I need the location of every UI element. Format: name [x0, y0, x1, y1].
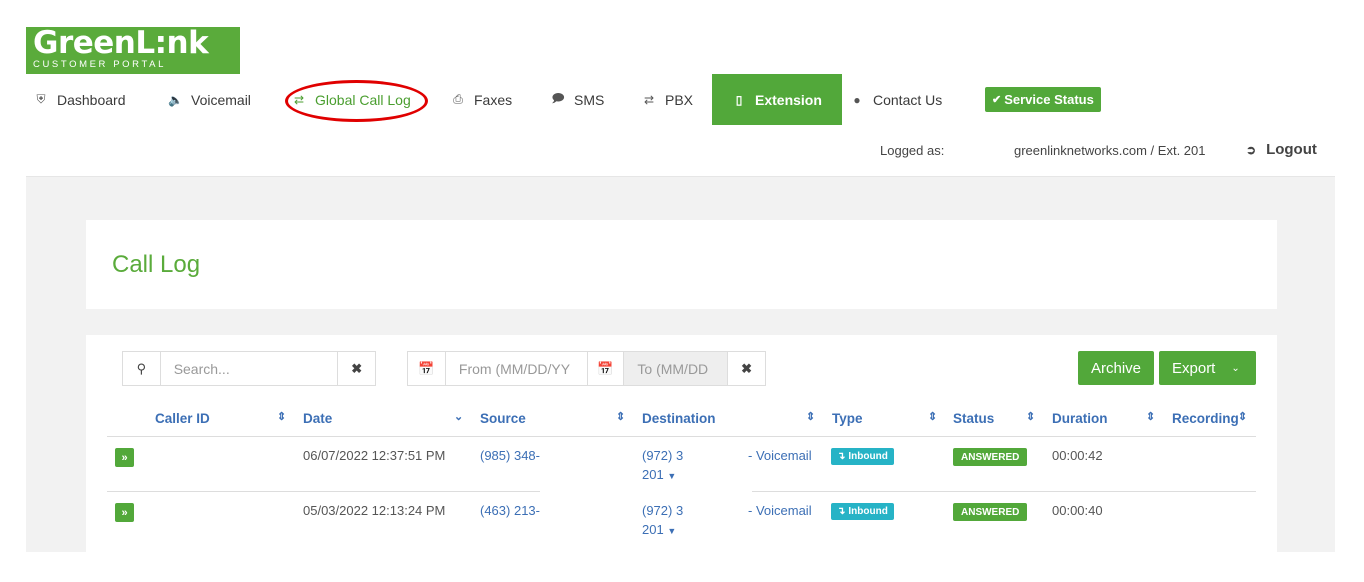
type-badge: ↴ Inbound — [831, 503, 894, 520]
col-recording[interactable]: Recording — [1172, 411, 1239, 426]
col-type[interactable]: Type — [832, 411, 863, 426]
comment-icon: ● — [853, 92, 861, 107]
archive-label: Archive — [1090, 359, 1142, 377]
row-destination-ext[interactable]: 201 ▼ — [642, 522, 676, 537]
chat-icon: 🗩 — [551, 91, 565, 105]
nav-pbx[interactable]: ⇄ PBX — [642, 74, 693, 125]
exchange-icon: ⇄ — [643, 92, 655, 107]
archive-button[interactable]: Archive — [1078, 351, 1154, 385]
title-card: Call Log — [86, 220, 1277, 309]
row-destination-ext[interactable]: 201 ▼ — [642, 467, 676, 482]
nav-faxes[interactable]: ⎙ Faxes — [451, 74, 512, 125]
chevron-down-icon: ⌄ — [1231, 362, 1240, 374]
service-status-label: Service Status — [1004, 92, 1094, 107]
nav-global-call-log[interactable]: ⇄ Global Call Log — [292, 74, 411, 125]
nav-sms[interactable]: 🗩 SMS — [551, 74, 604, 125]
export-button[interactable]: Export ⌄ — [1159, 351, 1256, 385]
to-date-input[interactable]: To (MM/DD — [624, 352, 728, 385]
page-title: Call Log — [112, 251, 201, 278]
nav-extension[interactable]: ▯ Extension — [712, 74, 842, 125]
type-badge: ↴ Inbound — [831, 448, 894, 465]
row-dest-label[interactable]: - Voicemail — [748, 503, 812, 518]
header-divider — [107, 436, 1256, 437]
status-badge: ANSWERED — [953, 448, 1028, 466]
logo-wordmark: GreenL:nk — [33, 25, 209, 61]
nav-contact-us[interactable]: ● Contact Us — [850, 74, 942, 125]
page-bottom — [0, 552, 1364, 582]
service-status-button[interactable]: ✔ Service Status — [985, 87, 1101, 112]
calendar-icon: 📅 — [408, 352, 446, 385]
sort-icon[interactable]: ⇕ — [1238, 410, 1247, 423]
arrow-down-icon: ↴ — [837, 451, 846, 462]
fax-icon: ⎙ — [453, 92, 463, 106]
sort-icon[interactable]: ⇕ — [277, 410, 286, 423]
nav-dashboard-label: Dashboard — [57, 91, 126, 108]
nav-extension-label: Extension — [755, 91, 822, 108]
logout-label: Logout — [1266, 141, 1317, 158]
row-source[interactable]: (985) 348- — [480, 448, 540, 463]
expand-row-button[interactable]: » — [115, 503, 134, 522]
calendar-icon: 📅 — [586, 352, 625, 385]
logged-as-label: Logged as: — [880, 143, 945, 158]
expand-row-button[interactable]: » — [115, 448, 134, 467]
exchange-icon: ⇄ — [293, 92, 305, 107]
row-duration: 00:00:40 — [1052, 503, 1103, 518]
search-input[interactable]: Search... — [161, 352, 338, 385]
sign-out-icon: ➲ — [1246, 142, 1257, 157]
nav-voicemail-label: Voicemail — [191, 91, 251, 108]
nav-sms-label: SMS — [574, 91, 605, 108]
col-duration[interactable]: Duration — [1052, 411, 1108, 426]
row-divider — [107, 491, 540, 492]
greenlink-logo[interactable]: GreenL:nk CUSTOMER PORTAL — [26, 27, 240, 74]
nav-pbx-label: PBX — [665, 91, 694, 108]
row-date: 06/07/2022 12:37:51 PM — [303, 448, 446, 463]
row-destination[interactable]: (972) 3 — [642, 503, 683, 518]
sort-icon[interactable]: ⇕ — [1146, 410, 1155, 423]
speaker-icon: 🔈 — [168, 92, 183, 107]
col-source[interactable]: Source — [480, 411, 526, 426]
search-group: ⚲ Search... ✖ — [122, 351, 376, 386]
clear-date-icon[interactable]: ✖ — [727, 352, 765, 385]
check-circle-icon: ✔ — [992, 94, 1002, 106]
sort-desc-icon[interactable]: ⌄ — [454, 410, 463, 423]
nav-dashboard[interactable]: ⛨ Dashboard — [34, 74, 126, 125]
col-destination[interactable]: Destination — [642, 411, 716, 426]
arrow-down-icon: ↴ — [837, 506, 846, 517]
logged-user: greenlinknetworks.com / Ext. 201 — [1014, 143, 1206, 158]
sort-icon[interactable]: ⇕ — [616, 410, 625, 423]
search-icon: ⚲ — [123, 352, 161, 385]
from-date-input[interactable]: From (MM/DD/YY — [446, 352, 587, 385]
date-range-group: 📅 From (MM/DD/YY 📅 To (MM/DD ✖ — [407, 351, 766, 386]
col-caller-id[interactable]: Caller ID — [155, 411, 210, 426]
nav-global-call-log-label: Global Call Log — [315, 91, 411, 108]
export-label: Export — [1172, 359, 1216, 377]
row-dest-label[interactable]: - Voicemail — [748, 448, 812, 463]
nav-faxes-label: Faxes — [474, 91, 513, 108]
row-source[interactable]: (463) 213- — [480, 503, 540, 518]
phone-icon: ▯ — [735, 92, 743, 107]
main-nav: ⛨ Dashboard 🔈 Voicemail ⇄ Global Call Lo… — [26, 74, 1126, 125]
clear-search-icon[interactable]: ✖ — [337, 352, 375, 385]
row-destination[interactable]: (972) 3 — [642, 448, 683, 463]
row-divider — [752, 491, 1256, 492]
logo-tagline: CUSTOMER PORTAL — [33, 59, 166, 70]
status-badge: ANSWERED — [953, 503, 1028, 521]
sort-icon[interactable]: ⇕ — [806, 410, 815, 423]
col-status[interactable]: Status — [953, 411, 994, 426]
row-date: 05/03/2022 12:13:24 PM — [303, 503, 446, 518]
col-date[interactable]: Date — [303, 411, 332, 426]
sort-icon[interactable]: ⇕ — [1026, 410, 1035, 423]
nav-contact-us-label: Contact Us — [873, 91, 943, 108]
nav-voicemail[interactable]: 🔈 Voicemail — [168, 74, 251, 125]
logout-link[interactable]: ➲ Logout — [1246, 141, 1317, 158]
row-duration: 00:00:42 — [1052, 448, 1103, 463]
sort-icon[interactable]: ⇕ — [928, 410, 937, 423]
home-icon: ⛨ — [36, 92, 46, 106]
